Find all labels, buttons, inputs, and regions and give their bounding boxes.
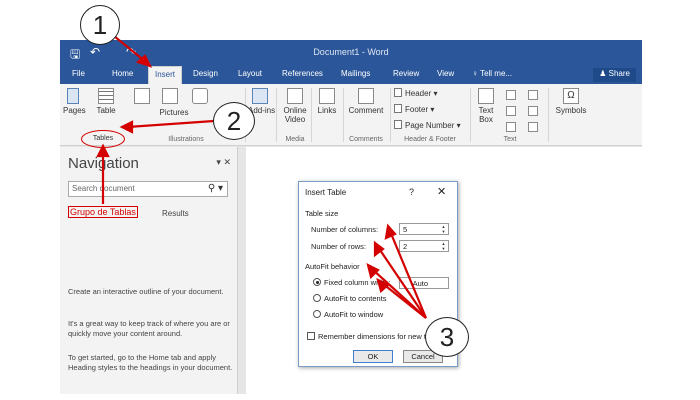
arrow-step2 [127, 119, 215, 129]
step-2-marker: 2 [213, 102, 255, 140]
annotation-arrows [96, 35, 428, 319]
arrowhead-tables [96, 143, 110, 158]
step-3-marker: 3 [425, 317, 469, 357]
arrowhead-step2 [119, 120, 134, 134]
step-1-marker: 1 [80, 5, 120, 45]
arrowhead-columns [384, 223, 397, 240]
arrowhead-autofit [366, 262, 380, 280]
